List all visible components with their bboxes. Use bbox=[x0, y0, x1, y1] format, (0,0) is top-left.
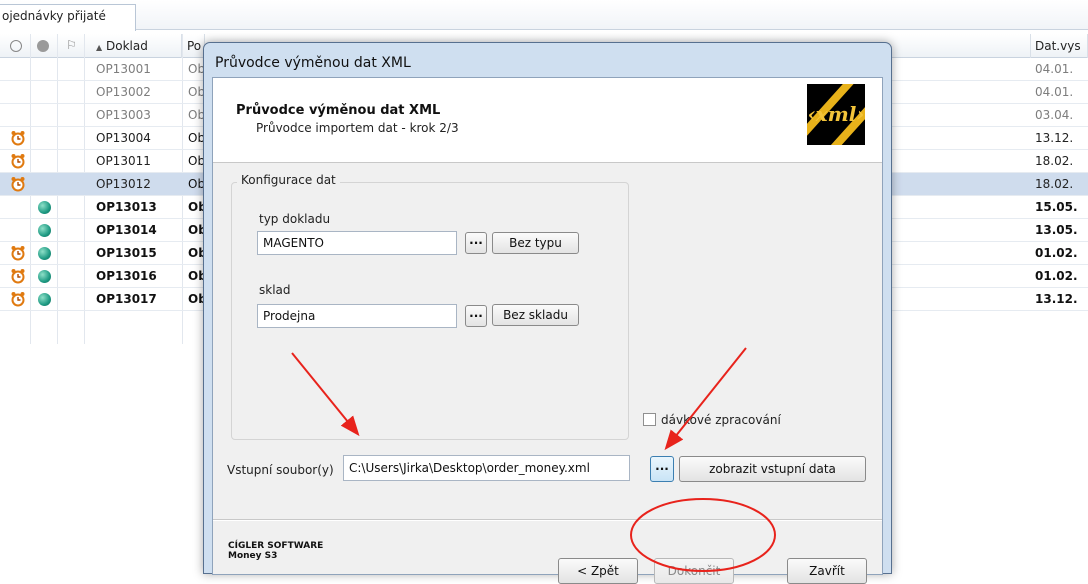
cell-doc: OP13017 bbox=[96, 292, 157, 306]
cell-date: 18.02. bbox=[1035, 177, 1074, 191]
dialog-client-area: Průvodce výměnou dat XML Průvodce import… bbox=[212, 77, 883, 584]
tab-label: ojednávky přijaté bbox=[2, 9, 106, 23]
batch-processing-label: dávkové zpracování bbox=[661, 413, 781, 427]
xml-exchange-dialog: Průvodce výměnou dat XML Průvodce výměno… bbox=[203, 42, 892, 584]
globe-icon bbox=[38, 247, 51, 260]
column-header-dat-vys-label: Dat.vys bbox=[1035, 39, 1081, 53]
cell-date: 01.02. bbox=[1035, 269, 1078, 283]
cell-doc: OP13003 bbox=[96, 108, 151, 122]
clock-column-icon[interactable] bbox=[10, 40, 22, 52]
dialog-title: Průvodce výměnou dat XML bbox=[215, 55, 411, 71]
cell-date: 13.12. bbox=[1035, 131, 1074, 145]
globe-column-icon[interactable] bbox=[37, 40, 49, 52]
globe-icon bbox=[38, 293, 51, 306]
cell-doc: OP13014 bbox=[96, 223, 157, 237]
wizard-step-subtitle: Průvodce importem dat - krok 2/3 bbox=[256, 121, 459, 135]
doc-type-clear-button[interactable]: Bez typu bbox=[492, 232, 579, 254]
sort-ascending-icon: ▲ bbox=[96, 43, 103, 52]
doc-type-field[interactable]: MAGENTO bbox=[257, 231, 457, 255]
cell-doc: OP13012 bbox=[96, 177, 151, 191]
column-header-dat-vys[interactable]: Dat.vys bbox=[1030, 34, 1088, 58]
column-header-doklad-label: Doklad bbox=[105, 39, 148, 53]
xml-logo-text: ‹xml› bbox=[807, 102, 865, 126]
back-button[interactable]: < Zpět bbox=[558, 558, 638, 584]
company-line-2: Money S3 bbox=[228, 551, 278, 561]
column-header-doklad[interactable]: ▲ Doklad bbox=[84, 34, 182, 58]
cell-doc: OP13004 bbox=[96, 131, 151, 145]
wizard-title: Průvodce výměnou dat XML bbox=[236, 103, 441, 118]
globe-icon bbox=[38, 270, 51, 283]
alarm-clock-icon bbox=[10, 245, 26, 261]
close-button[interactable]: Zavřít bbox=[787, 558, 867, 584]
alarm-clock-icon bbox=[10, 153, 26, 169]
warehouse-field[interactable]: Prodejna bbox=[257, 304, 457, 328]
cell-doc: OP13011 bbox=[96, 154, 151, 168]
alarm-clock-icon bbox=[10, 291, 26, 307]
alarm-clock-icon bbox=[10, 268, 26, 284]
show-input-data-button[interactable]: zobrazit vstupní data bbox=[679, 456, 866, 482]
cell-date: 04.01. bbox=[1035, 85, 1074, 99]
doc-type-label: typ dokladu bbox=[259, 212, 331, 226]
warehouse-clear-button[interactable]: Bez skladu bbox=[492, 304, 579, 326]
cell-doc: OP13015 bbox=[96, 246, 157, 260]
cell-date: 01.02. bbox=[1035, 246, 1078, 260]
cell-doc: OP13002 bbox=[96, 85, 151, 99]
cell-date: 13.12. bbox=[1035, 292, 1078, 306]
tab-orders-received[interactable]: ojednávky přijaté bbox=[0, 4, 136, 31]
column-header-po-label: Po bbox=[187, 39, 202, 53]
warehouse-browse-button[interactable]: ... bbox=[465, 305, 487, 327]
finish-button[interactable]: Dokončit bbox=[654, 558, 734, 584]
flag-column-icon[interactable]: ⚐ bbox=[66, 38, 77, 52]
batch-processing-checkbox[interactable] bbox=[643, 413, 656, 426]
footer-divider-highlight bbox=[213, 520, 882, 521]
warehouse-label: sklad bbox=[259, 283, 291, 297]
company-name: CÍGLER SOFTWARE Money S3 bbox=[228, 541, 323, 561]
alarm-clock-icon bbox=[10, 176, 26, 192]
globe-icon bbox=[38, 201, 51, 214]
company-line-1: CÍGLER SOFTWARE bbox=[228, 541, 324, 551]
cell-date: 18.02. bbox=[1035, 154, 1074, 168]
doc-type-browse-button[interactable]: ... bbox=[465, 232, 487, 254]
alarm-clock-icon bbox=[10, 130, 26, 146]
input-files-label: Vstupní soubor(y) bbox=[227, 463, 334, 477]
globe-icon bbox=[38, 224, 51, 237]
data-config-group-title: Konfigurace dat bbox=[237, 173, 340, 187]
cell-date: 04.01. bbox=[1035, 62, 1074, 76]
cell-date: 13.05. bbox=[1035, 223, 1078, 237]
input-files-browse-button[interactable]: ... bbox=[650, 456, 674, 482]
tab-strip: ojednávky přijaté bbox=[0, 0, 1088, 31]
cell-doc: OP13001 bbox=[96, 62, 151, 76]
cell-doc: OP13013 bbox=[96, 200, 157, 214]
input-files-field[interactable]: C:\Users\Jirka\Desktop\order_money.xml bbox=[343, 455, 630, 481]
cell-date: 15.05. bbox=[1035, 200, 1078, 214]
xml-logo-icon: ‹xml› bbox=[807, 84, 865, 145]
cell-doc: OP13016 bbox=[96, 269, 157, 283]
cell-date: 03.04. bbox=[1035, 108, 1074, 122]
wizard-banner: Průvodce výměnou dat XML Průvodce import… bbox=[213, 78, 882, 163]
column-header-po[interactable]: Po bbox=[183, 34, 205, 58]
